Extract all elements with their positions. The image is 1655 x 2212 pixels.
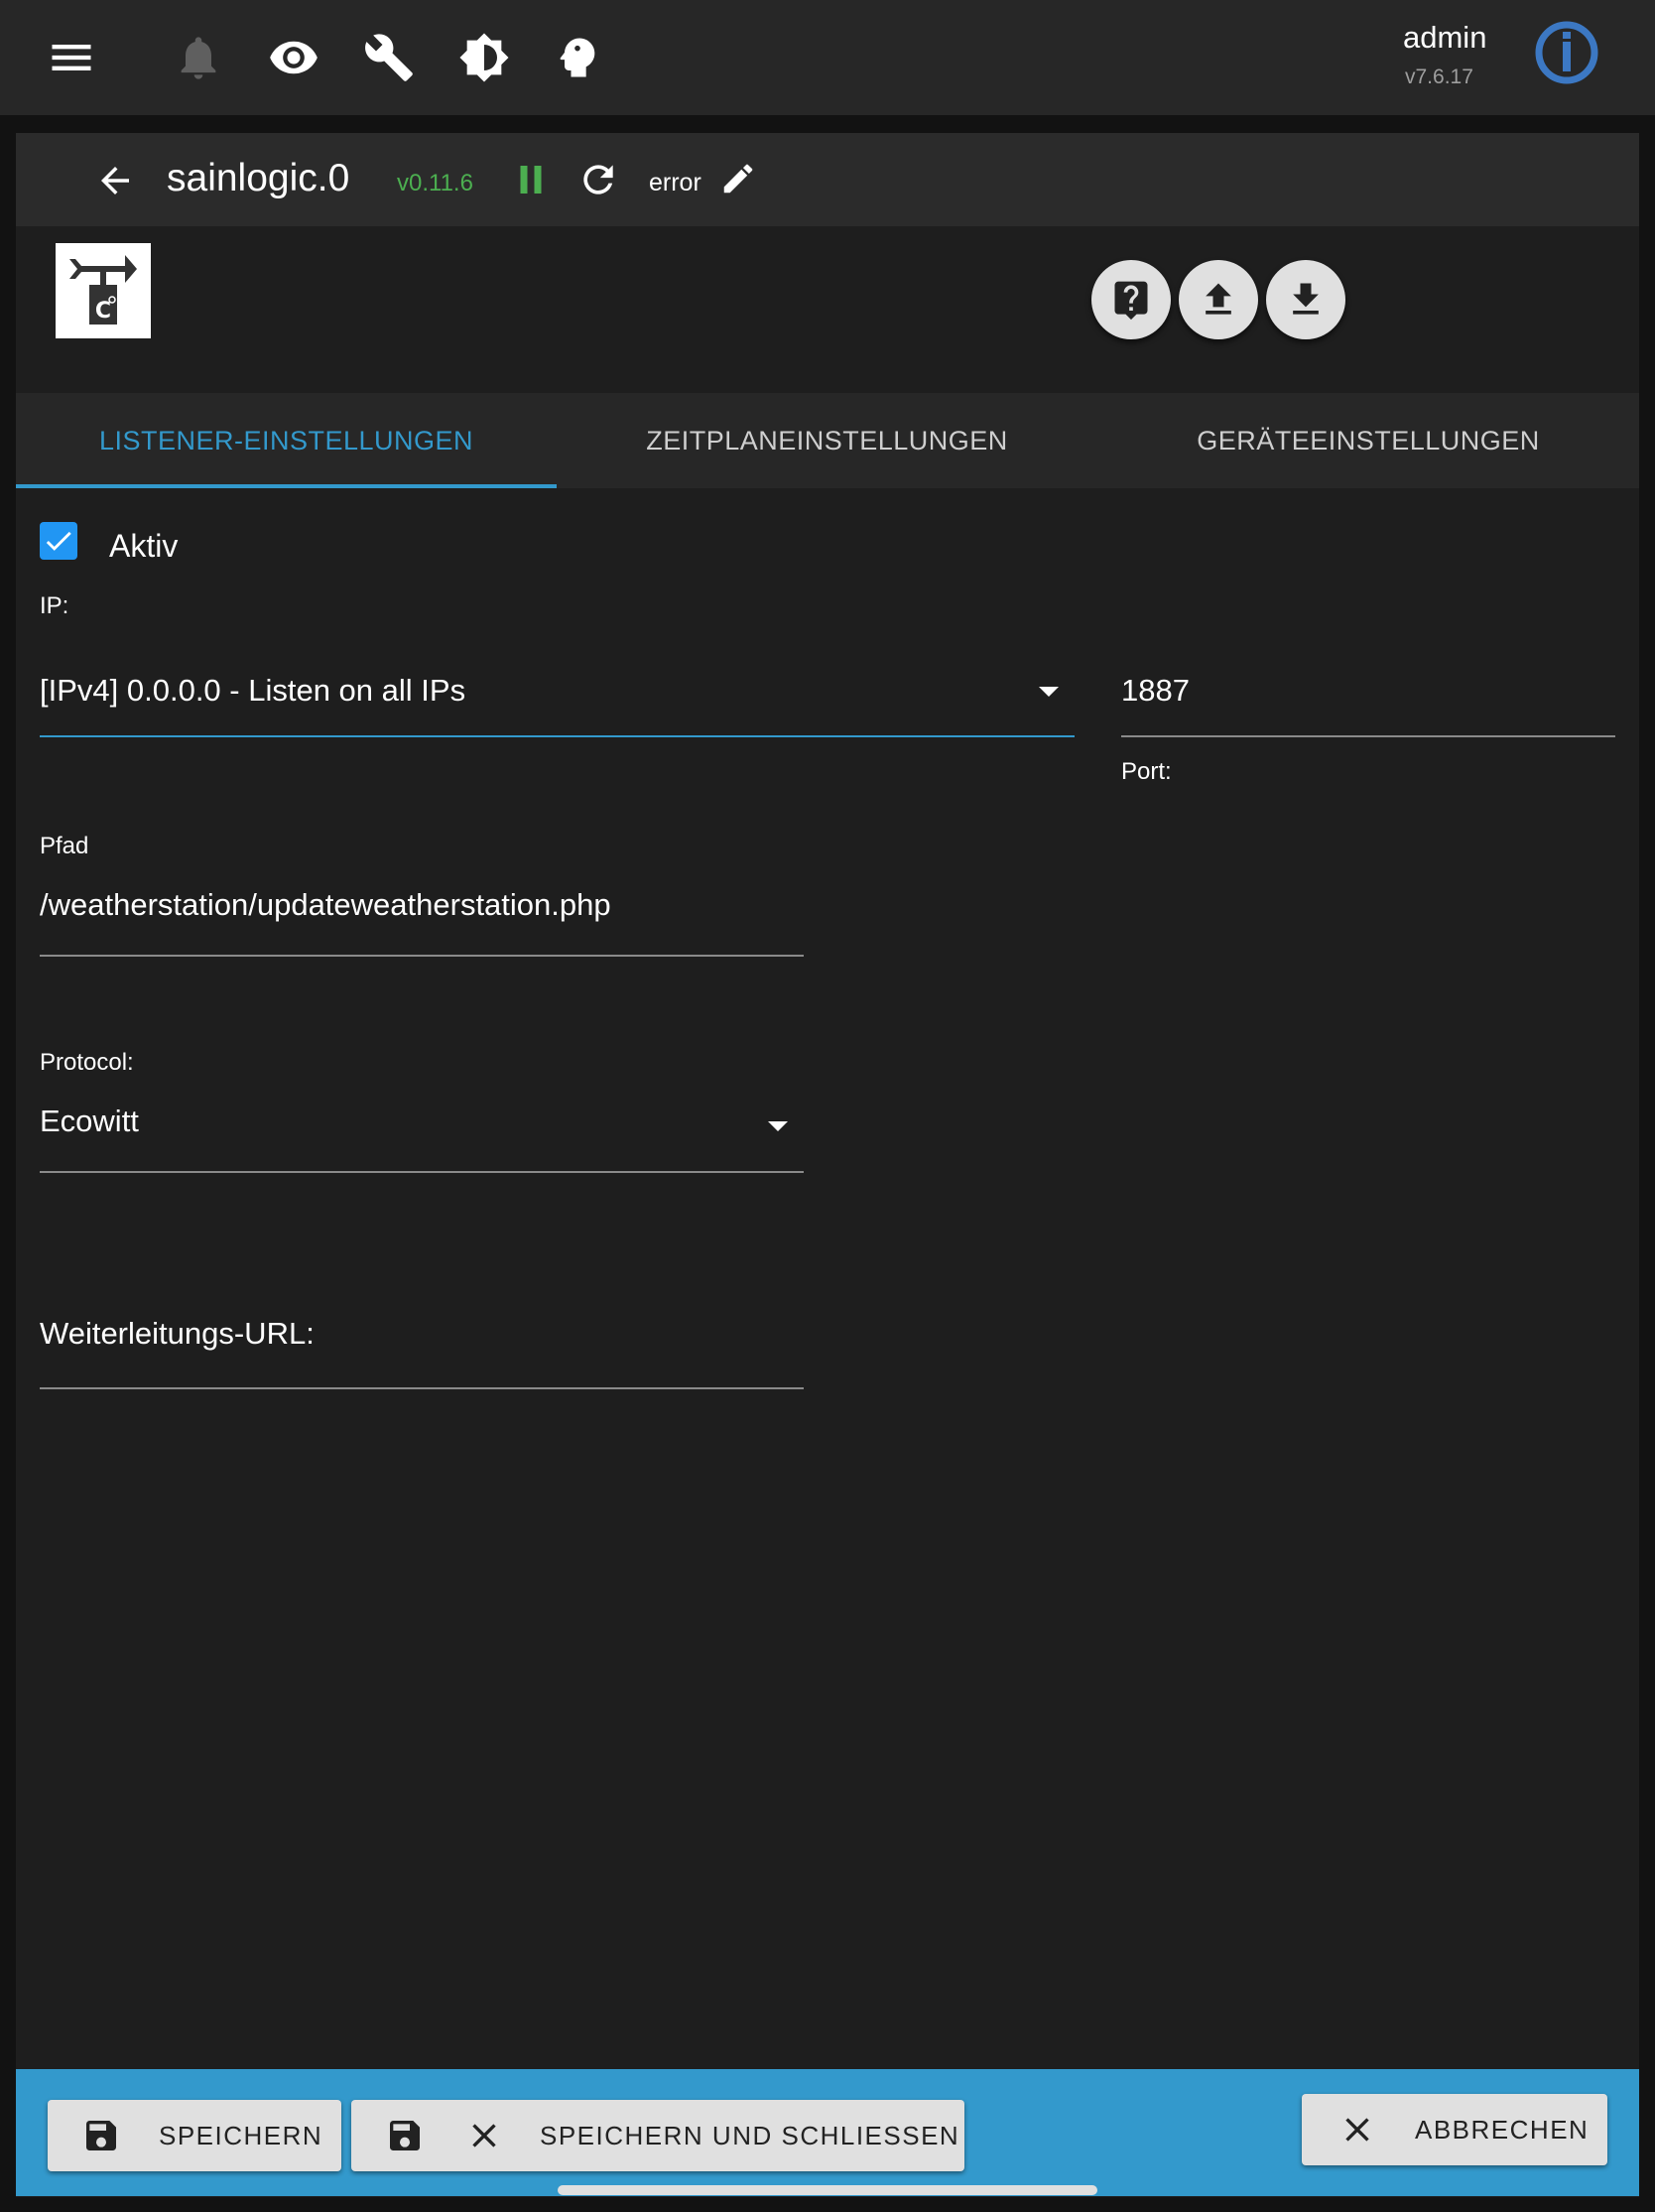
menu-icon[interactable] <box>30 16 113 99</box>
save-label: SPEICHERN <box>159 2120 323 2150</box>
adapter-version: v0.11.6 <box>397 170 473 196</box>
upload-icon <box>1206 283 1231 315</box>
tab-device-settings[interactable]: GERÄTEEINSTELLUNGEN <box>1097 393 1639 488</box>
svg-text:C: C <box>95 299 111 324</box>
cancel-button[interactable]: ABBRECHEN <box>1302 2094 1607 2165</box>
pencil-icon <box>723 164 753 194</box>
port-input[interactable]: 1887 <box>1121 655 1615 738</box>
expert-mode-icon[interactable] <box>536 16 619 99</box>
active-label: Aktiv <box>109 528 179 564</box>
refresh-icon <box>583 165 613 195</box>
home-indicator[interactable] <box>558 2185 1097 2195</box>
pause-icon <box>520 166 542 194</box>
edit-button[interactable] <box>716 155 760 202</box>
help-button[interactable] <box>1091 260 1171 339</box>
protocol-select-value: Ecowitt <box>40 1104 139 1138</box>
bell-icon[interactable] <box>157 16 240 99</box>
forward-url-label: Weiterleitungs-URL: <box>40 1316 315 1351</box>
ip-select-value: [IPv4] 0.0.0.0 - Listen on all IPs <box>40 673 466 708</box>
pause-button[interactable] <box>506 155 556 204</box>
eye-icon[interactable] <box>252 16 335 99</box>
user-name: admin <box>1403 20 1487 55</box>
upload-button[interactable] <box>1179 260 1258 339</box>
close-icon <box>1345 2118 1369 2142</box>
instance-status: error <box>649 169 701 196</box>
floppy-disk-icon <box>390 2121 420 2150</box>
tab-listener-settings[interactable]: LISTENER-EINSTELLUNGEN <box>16 393 557 488</box>
close-icon <box>472 2124 496 2147</box>
chevron-down-icon <box>768 1121 788 1131</box>
restart-button[interactable] <box>573 153 623 206</box>
app-bar <box>0 0 1655 115</box>
check-icon <box>46 531 71 551</box>
forward-url-underline <box>40 1387 804 1389</box>
download-icon <box>1293 283 1319 315</box>
forward-url-input[interactable]: Weiterleitungs-URL: <box>40 1300 804 1389</box>
path-label: Pfad <box>40 833 89 859</box>
port-input-value: 1887 <box>1121 673 1190 708</box>
tab-schedule-settings[interactable]: ZEITPLANEINSTELLUNGEN <box>557 393 1097 488</box>
port-underline <box>1121 735 1615 737</box>
iobroker-logo-icon[interactable] <box>1534 20 1599 85</box>
arrow-left-icon <box>101 167 129 195</box>
tab-indicator <box>16 484 557 488</box>
cancel-label: ABBRECHEN <box>1415 2114 1590 2145</box>
path-input-value: /weatherstation/updateweatherstation.php <box>40 887 611 922</box>
path-underline <box>40 955 804 957</box>
active-checkbox[interactable] <box>40 522 77 560</box>
protocol-underline <box>40 1171 804 1173</box>
adapter-logo-icon: C <box>56 243 151 338</box>
instance-name: sainlogic.0 <box>167 157 350 199</box>
protocol-select[interactable]: Ecowitt <box>40 1088 804 1173</box>
save-and-close-button[interactable]: SPEICHERN UND SCHLIESSEN <box>351 2100 964 2171</box>
port-label: Port: <box>1121 758 1172 785</box>
chevron-down-icon <box>1039 687 1059 697</box>
save-and-close-label: SPEICHERN UND SCHLIESSEN <box>540 2120 960 2150</box>
path-input[interactable]: /weatherstation/updateweatherstation.php <box>40 871 804 957</box>
back-button[interactable] <box>85 151 145 210</box>
floppy-disk-icon <box>86 2121 116 2150</box>
download-button[interactable] <box>1266 260 1345 339</box>
brightness-icon[interactable] <box>443 16 526 99</box>
wrench-icon[interactable] <box>347 16 431 99</box>
help-icon <box>1114 281 1148 321</box>
ip-select[interactable]: [IPv4] 0.0.0.0 - Listen on all IPs <box>40 655 1075 738</box>
protocol-label: Protocol: <box>40 1049 134 1076</box>
ip-label: IP: <box>40 592 69 619</box>
ip-select-underline <box>40 735 1075 737</box>
save-button[interactable]: SPEICHERN <box>48 2100 341 2171</box>
admin-version: v7.6.17 <box>1405 65 1473 88</box>
